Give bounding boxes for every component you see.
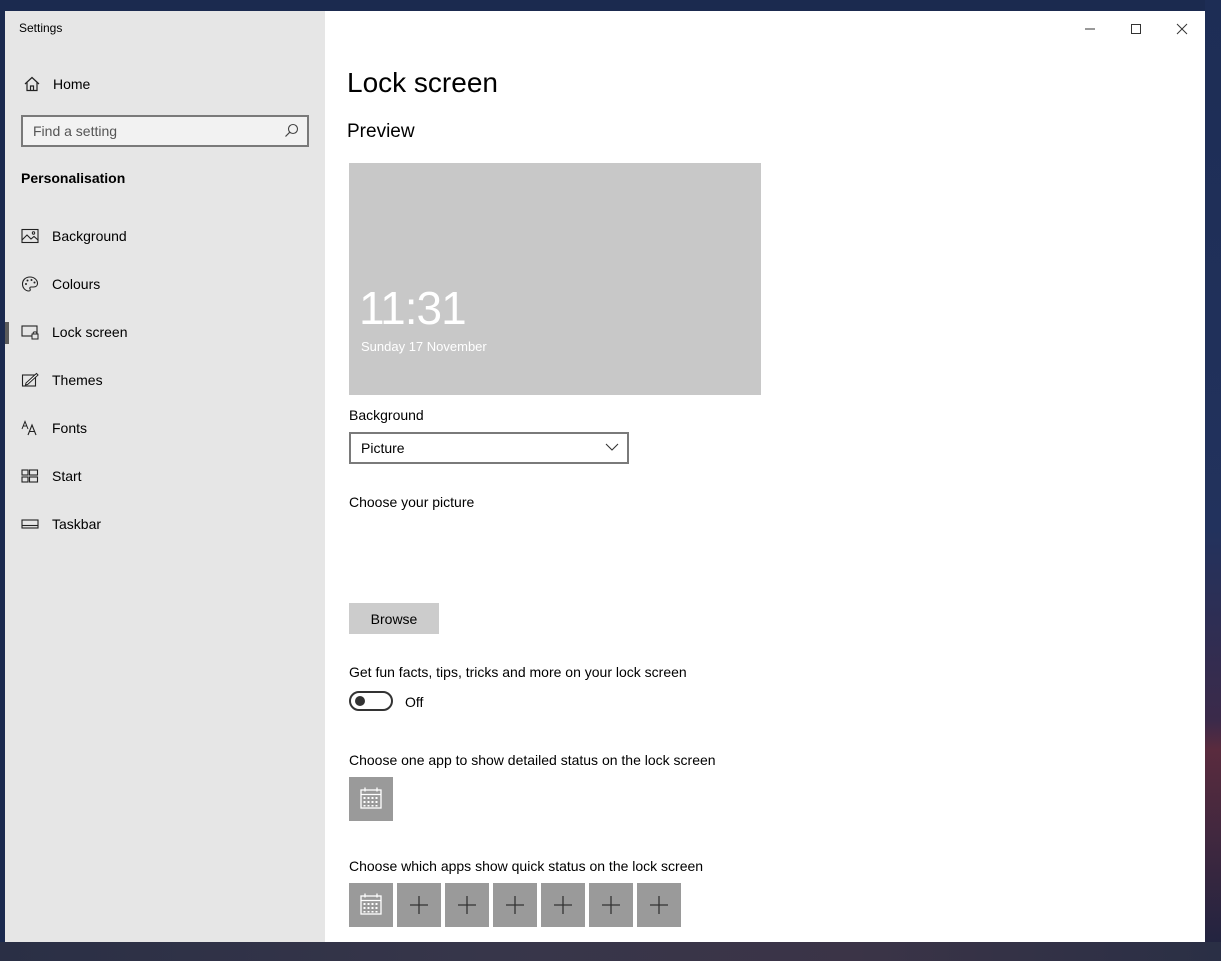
sidebar-item-label: Taskbar [52,516,102,532]
preview-heading: Preview [347,121,415,142]
maximize-icon[interactable] [1122,19,1150,39]
search-icon[interactable] [284,123,299,138]
plus-icon [554,896,572,914]
nav-home[interactable]: Home [5,71,325,97]
sidebar-item-label: Themes [52,372,103,388]
sidebar-item-background[interactable]: Background [5,220,325,252]
quick-status-add-button[interactable] [493,883,537,927]
plus-icon [506,896,524,914]
preview-date: Sunday 17 November [361,339,487,354]
desktop-background-right [1205,0,1221,961]
toggle-knob [355,696,365,706]
detailed-status-app-button[interactable] [349,777,393,821]
quick-status-tile-calendar[interactable] [349,883,393,927]
quick-status-add-button[interactable] [541,883,585,927]
sidebar-item-lock-screen[interactable]: Lock screen [5,316,325,348]
settings-window: Settings Home Find a setting Personalisa… [5,11,1205,942]
sidebar-item-label: Colours [52,276,101,292]
window-title: Settings [19,21,63,35]
search-box[interactable]: Find a setting [21,115,309,147]
palette-icon [21,276,39,292]
fun-facts-label: Get fun facts, tips, tricks and more on … [349,664,687,680]
chevron-down-icon [605,443,619,451]
sidebar-item-start[interactable]: Start [5,460,325,492]
lock-screen-preview: 11:31 Sunday 17 November [349,163,761,395]
background-dropdown-value: Picture [361,440,405,456]
quick-status-add-button[interactable] [445,883,489,927]
background-dropdown[interactable]: Picture [349,432,629,464]
search-placeholder: Find a setting [33,123,118,139]
main-content: Lock screen Preview 11:31 Sunday 17 Nove… [325,11,1205,942]
sidebar-item-taskbar[interactable]: Taskbar [5,508,325,540]
plus-icon [650,896,668,914]
lock-screen-icon [21,325,39,340]
sidebar-item-label: Fonts [52,420,88,436]
picture-icon [21,228,39,244]
choose-picture-label: Choose your picture [349,494,475,510]
detailed-status-label: Choose one app to show detailed status o… [349,752,716,768]
sidebar-item-themes[interactable]: Themes [5,364,325,396]
sidebar-item-label: Lock screen [52,324,128,340]
calendar-icon [360,893,382,915]
page-title: Lock screen [347,67,498,98]
fun-facts-state: Off [405,694,424,710]
nav-home-label: Home [53,76,91,92]
desktop-background [0,0,1221,11]
quick-status-label: Choose which apps show quick status on t… [349,858,704,874]
sidebar-item-label: Start [52,468,82,484]
home-icon [24,76,40,92]
plus-icon [410,896,428,914]
sidebar-item-colours[interactable]: Colours [5,268,325,300]
plus-icon [602,896,620,914]
taskbar-icon [21,519,39,529]
fonts-icon [21,420,37,436]
section-heading: Personalisation [21,170,126,186]
preview-time: 11:31 [359,282,467,334]
minimize-icon[interactable] [1076,19,1104,39]
sidebar-item-fonts[interactable]: Fonts [5,412,325,444]
sidebar: Settings Home Find a setting Personalisa… [5,11,325,942]
close-icon[interactable] [1168,19,1196,39]
sidebar-item-label: Background [52,228,127,244]
quick-status-add-button[interactable] [589,883,633,927]
desktop-background-bottom [0,942,1221,961]
calendar-icon [360,787,382,809]
themes-icon [21,372,39,387]
background-label: Background [349,407,424,423]
plus-icon [458,896,476,914]
quick-status-add-button[interactable] [397,883,441,927]
browse-button[interactable]: Browse [349,603,439,634]
start-icon [21,469,39,483]
quick-status-add-button[interactable] [637,883,681,927]
fun-facts-toggle[interactable] [349,691,393,711]
active-indicator [5,322,9,344]
